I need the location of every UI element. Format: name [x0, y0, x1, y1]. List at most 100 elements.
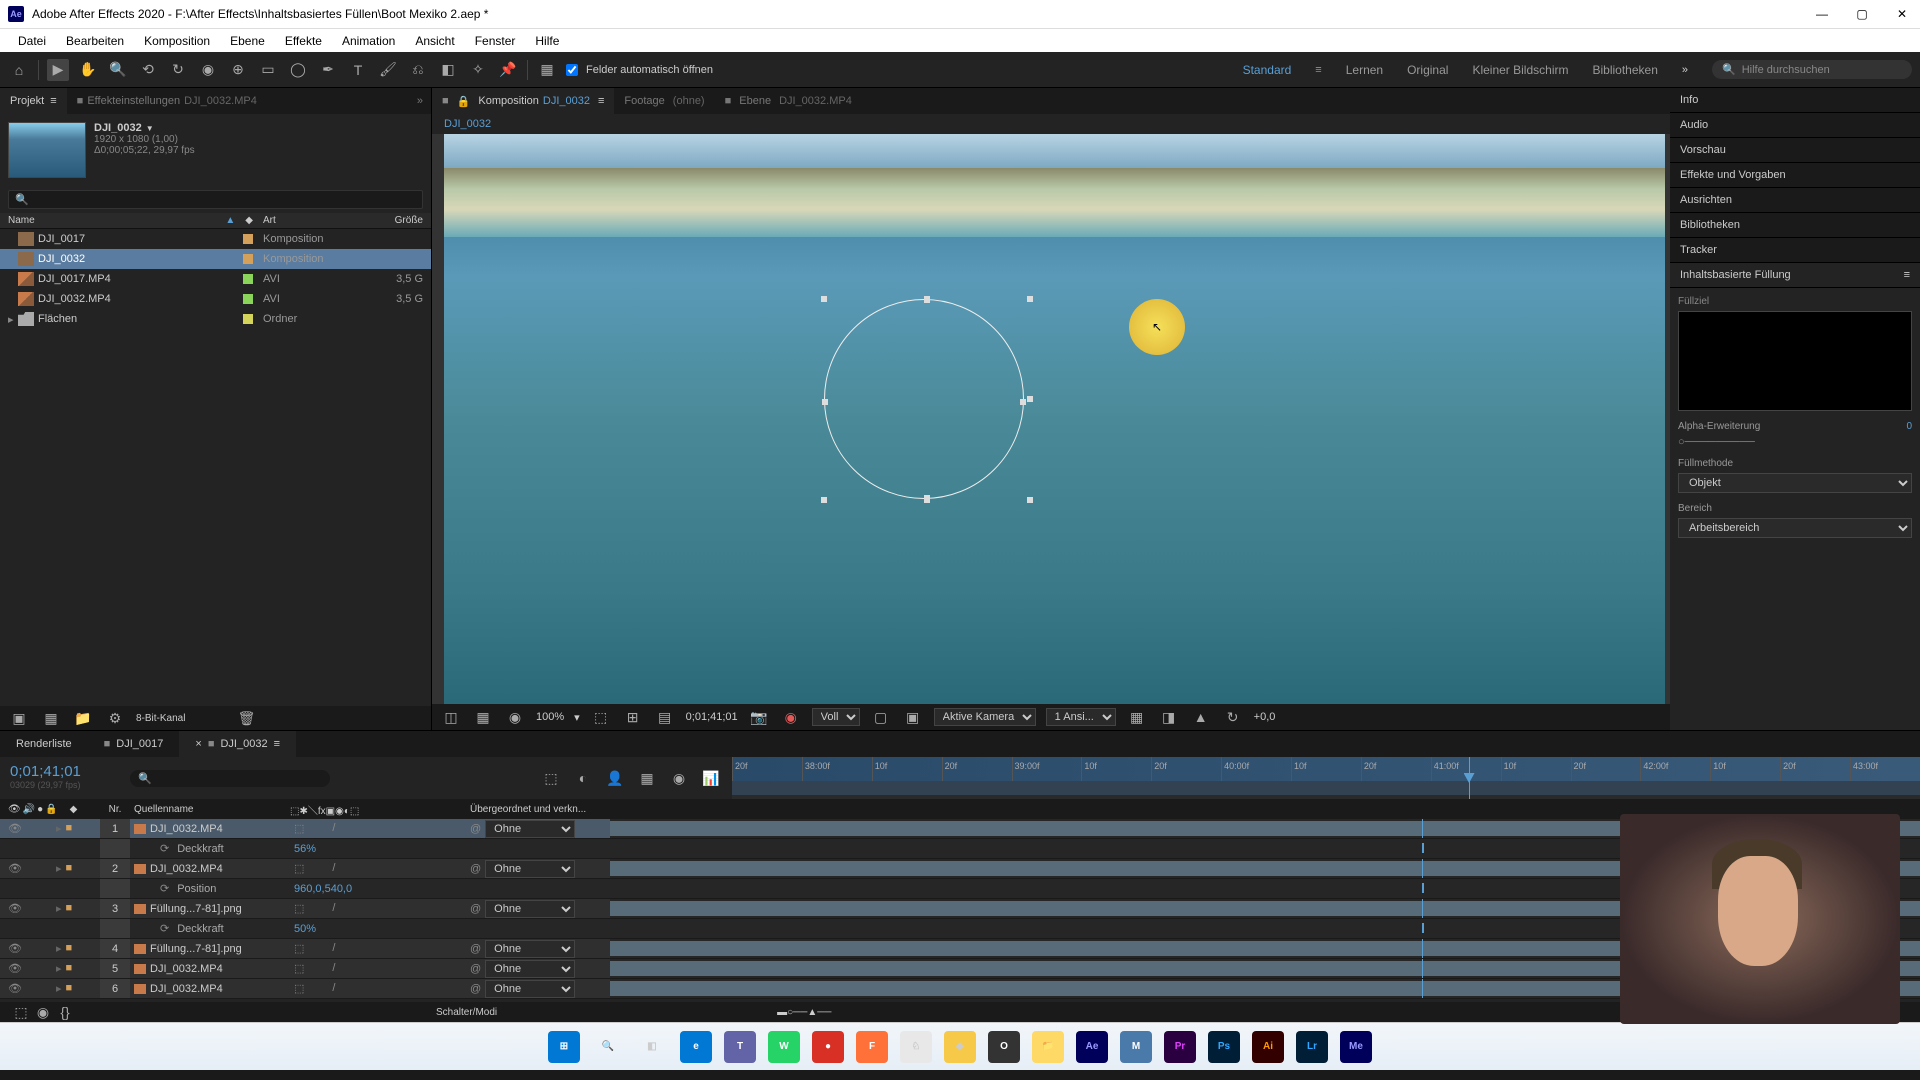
- playhead[interactable]: [1469, 757, 1470, 799]
- ruler-tick[interactable]: 43:00f: [1850, 757, 1920, 781]
- taskbar-explorer[interactable]: 📁: [1032, 1031, 1064, 1063]
- close-button[interactable]: ✕: [1892, 7, 1912, 21]
- selection-tool-icon[interactable]: ▶: [47, 59, 69, 81]
- label-col-icon[interactable]: ◆: [245, 215, 253, 226]
- view-opt3-icon[interactable]: ▲: [1190, 706, 1212, 728]
- project-item[interactable]: DJI_0032Komposition: [0, 249, 431, 269]
- workspace-original[interactable]: Original: [1407, 63, 1448, 77]
- switches-modes-toggle[interactable]: Schalter/Modi: [436, 1007, 497, 1018]
- ruler-tick[interactable]: 10f: [872, 757, 942, 781]
- lock-icon[interactable]: 🔒: [457, 95, 471, 108]
- hand-tool-icon[interactable]: ✋: [77, 59, 99, 81]
- taskbar-whatsapp[interactable]: W: [768, 1031, 800, 1063]
- tab-comp-0017[interactable]: ■ DJI_0017: [88, 731, 180, 757]
- ruler-tick[interactable]: 20f: [1571, 757, 1641, 781]
- taskbar-photoshop[interactable]: Ps: [1208, 1031, 1240, 1063]
- zoom-tool-icon[interactable]: 🔍: [107, 59, 129, 81]
- label-col-icon[interactable]: ◆: [70, 804, 78, 815]
- region-icon[interactable]: ▢: [870, 706, 892, 728]
- taskbar-premiere[interactable]: Pr: [1164, 1031, 1196, 1063]
- tab-renderqueue[interactable]: Renderliste: [0, 731, 88, 757]
- camera-tool-icon[interactable]: ◉: [197, 59, 219, 81]
- toggle-mask-icon[interactable]: ◉: [504, 706, 526, 728]
- taskbar-firefox[interactable]: F: [856, 1031, 888, 1063]
- tab-project[interactable]: Projekt ≡: [0, 88, 67, 114]
- label-swatch[interactable]: [243, 314, 253, 324]
- anchor-tool-icon[interactable]: ⊕: [227, 59, 249, 81]
- new-folder-icon[interactable]: 📁: [72, 707, 94, 729]
- mask-shape[interactable]: [824, 299, 1024, 499]
- menu-ebene[interactable]: Ebene: [220, 34, 275, 48]
- help-search[interactable]: 🔍 Hilfe durchsuchen: [1712, 60, 1912, 79]
- minimize-button[interactable]: —: [1812, 7, 1832, 21]
- text-tool-icon[interactable]: T: [347, 59, 369, 81]
- ruler-tick[interactable]: 10f: [1291, 757, 1361, 781]
- grid-icon[interactable]: ⊞: [622, 706, 644, 728]
- ellipse-tool-icon[interactable]: ◯: [287, 59, 309, 81]
- panel-content-aware-fill[interactable]: Inhaltsbasierte Füllung ≡: [1670, 263, 1920, 288]
- parent-select[interactable]: Ohne: [485, 900, 575, 918]
- views-select[interactable]: 1 Ansi...: [1046, 708, 1116, 726]
- panel-tracker[interactable]: Tracker: [1670, 238, 1920, 263]
- ruler-tick[interactable]: 20f: [1151, 757, 1221, 781]
- workspace-bibliotheken[interactable]: Bibliotheken: [1592, 63, 1657, 77]
- rectangle-tool-icon[interactable]: ▭: [257, 59, 279, 81]
- taskbar-illustrator[interactable]: Ai: [1252, 1031, 1284, 1063]
- parent-select[interactable]: Ohne: [485, 860, 575, 878]
- eye-icon[interactable]: 👁: [8, 822, 22, 835]
- ruler-tick[interactable]: 20f: [1361, 757, 1431, 781]
- guides-icon[interactable]: ▤: [654, 706, 676, 728]
- ruler-tick[interactable]: 40:00f: [1221, 757, 1291, 781]
- panel-audio[interactable]: Audio: [1670, 113, 1920, 138]
- eye-icon[interactable]: 👁: [8, 982, 22, 995]
- snap-icon[interactable]: ▦: [536, 59, 558, 81]
- project-search[interactable]: 🔍: [8, 190, 423, 209]
- menu-ansicht[interactable]: Ansicht: [405, 34, 464, 48]
- taskbar-app4[interactable]: M: [1120, 1031, 1152, 1063]
- label-swatch[interactable]: [243, 234, 253, 244]
- zoom-slider[interactable]: ○──▲──: [787, 1007, 831, 1018]
- timeline-timecode[interactable]: 0;01;41;01: [10, 763, 120, 780]
- project-item[interactable]: ▸FlächenOrdner: [0, 309, 431, 329]
- property-value[interactable]: 56%: [294, 843, 316, 855]
- roto-tool-icon[interactable]: ✧: [467, 59, 489, 81]
- viewer-breadcrumb[interactable]: DJI_0032: [432, 114, 1670, 134]
- toggle-switches3-icon[interactable]: {}: [54, 1001, 76, 1023]
- pickwhip-icon[interactable]: @: [470, 943, 481, 955]
- settings-icon[interactable]: ⚙: [104, 707, 126, 729]
- draft-icon[interactable]: ⬚: [590, 706, 612, 728]
- menu-fenster[interactable]: Fenster: [465, 34, 526, 48]
- stamp-tool-icon[interactable]: ⎌: [407, 59, 429, 81]
- menu-effekte[interactable]: Effekte: [275, 34, 332, 48]
- project-item[interactable]: DJI_0032.MP4AVI3,5 G: [0, 289, 431, 309]
- col-type[interactable]: Art: [263, 215, 363, 226]
- project-thumbnail[interactable]: [8, 122, 86, 178]
- col-number[interactable]: Nr.: [100, 804, 130, 815]
- menu-komposition[interactable]: Komposition: [134, 34, 220, 48]
- property-value[interactable]: 960,0,540,0: [294, 883, 352, 895]
- interpret-icon[interactable]: ▣: [8, 707, 30, 729]
- pickwhip-icon[interactable]: @: [470, 823, 481, 835]
- ruler-tick[interactable]: 42:00f: [1640, 757, 1710, 781]
- bit-depth[interactable]: 8-Bit-Kanal: [136, 713, 185, 724]
- label-swatch[interactable]: [243, 254, 253, 264]
- panel-vorschau[interactable]: Vorschau: [1670, 138, 1920, 163]
- alpha-expansion-value[interactable]: 0: [1906, 421, 1912, 432]
- menu-hilfe[interactable]: Hilfe: [525, 34, 569, 48]
- parent-select[interactable]: Ohne: [485, 940, 575, 958]
- draft3d-icon[interactable]: ◐: [572, 767, 594, 789]
- taskbar-edge[interactable]: e: [680, 1031, 712, 1063]
- video-col-icon[interactable]: 👁: [8, 804, 21, 815]
- menu-datei[interactable]: Datei: [8, 34, 56, 48]
- orbit-tool-icon[interactable]: ⟲: [137, 59, 159, 81]
- ruler-tick[interactable]: 10f: [1081, 757, 1151, 781]
- toggle-switches2-icon[interactable]: ◉: [32, 1001, 54, 1023]
- ruler-tick[interactable]: 10f: [1710, 757, 1780, 781]
- camera-select[interactable]: Aktive Kamera: [934, 708, 1036, 726]
- rotate-tool-icon[interactable]: ↻: [167, 59, 189, 81]
- brush-tool-icon[interactable]: 🖌: [377, 59, 399, 81]
- zoom-out-icon[interactable]: ▬: [777, 1007, 787, 1018]
- ruler-tick[interactable]: 20f: [1780, 757, 1850, 781]
- eraser-tool-icon[interactable]: ◧: [437, 59, 459, 81]
- workspace-lernen[interactable]: Lernen: [1346, 63, 1383, 77]
